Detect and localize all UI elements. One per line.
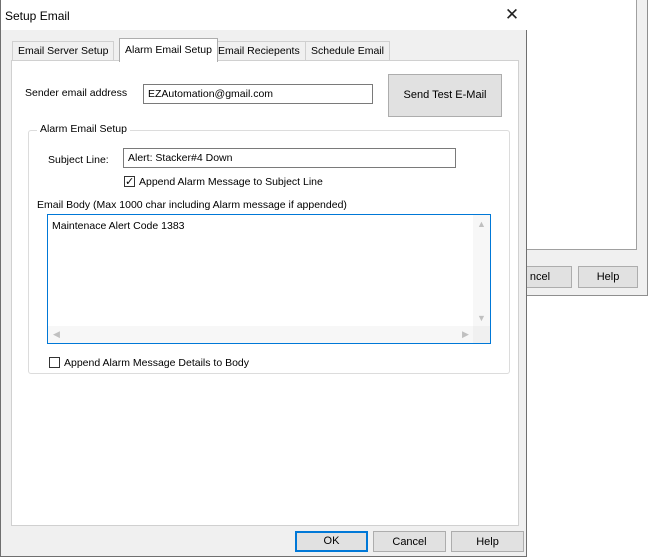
help-button[interactable]: Help: [451, 531, 524, 552]
subject-line-input[interactable]: Alert: Stacker#4 Down: [123, 148, 456, 168]
append-subject-checkbox[interactable]: ✓: [124, 176, 135, 188]
tab-label: Alarm Email Setup: [125, 44, 212, 56]
background-help-button[interactable]: Help: [578, 266, 638, 288]
cancel-button[interactable]: Cancel: [373, 531, 446, 552]
title-bar: Setup Email ✕: [1, 0, 528, 30]
email-body-textarea[interactable]: Maintenace Alert Code 1383 ▲ ▼ ◀ ▶: [47, 214, 491, 344]
scroll-left-icon[interactable]: ◀: [48, 329, 65, 340]
tab-email-reciepents[interactable]: Email Reciepents: [212, 41, 306, 61]
scroll-right-icon[interactable]: ▶: [457, 329, 474, 340]
append-details-checkbox[interactable]: [49, 357, 60, 368]
horizontal-scrollbar[interactable]: ◀ ▶: [48, 326, 474, 343]
scrollbar-corner: [473, 326, 490, 343]
append-subject-label: Append Alarm Message to Subject Line: [139, 176, 323, 188]
cancel-label: Cancel: [392, 536, 427, 548]
tab-email-server-setup[interactable]: Email Server Setup: [12, 41, 115, 61]
scroll-up-icon[interactable]: ▲: [473, 219, 490, 229]
tab-alarm-email-setup[interactable]: Alarm Email Setup: [119, 38, 218, 62]
background-cancel-label: ncel: [529, 271, 551, 283]
email-body-label: Email Body (Max 1000 char including Alar…: [37, 199, 347, 211]
subject-line-label: Subject Line:: [48, 154, 109, 166]
append-details-label: Append Alarm Message Details to Body: [64, 357, 250, 369]
vertical-scrollbar[interactable]: ▲ ▼: [473, 215, 490, 327]
email-body-text: Maintenace Alert Code 1383: [52, 220, 185, 232]
ok-label: OK: [323, 535, 340, 547]
window-title: Setup Email: [5, 9, 70, 23]
sender-email-label: Sender email address: [25, 87, 128, 99]
help-label: Help: [476, 536, 499, 548]
tab-label: Email Server Setup: [18, 45, 109, 57]
setup-email-dialog: Setup Email ✕ Email Server Setup Alarm E…: [0, 0, 528, 557]
background-help-label: Help: [596, 271, 620, 283]
tab-label: Schedule Email: [311, 45, 384, 57]
groupbox-title: Alarm Email Setup: [37, 123, 130, 135]
tab-schedule-email[interactable]: Schedule Email: [305, 41, 390, 61]
send-test-email-button[interactable]: Send Test E-Mail: [388, 74, 502, 117]
tab-label: Email Reciepents: [218, 45, 300, 57]
ok-button[interactable]: OK: [295, 531, 368, 552]
sender-email-input[interactable]: EZAutomation@gmail.com: [143, 84, 373, 104]
close-icon[interactable]: ✕: [498, 3, 526, 27]
send-test-email-label: Send Test E-Mail: [403, 89, 487, 101]
check-icon: ✓: [125, 176, 135, 188]
scroll-down-icon[interactable]: ▼: [473, 313, 490, 323]
